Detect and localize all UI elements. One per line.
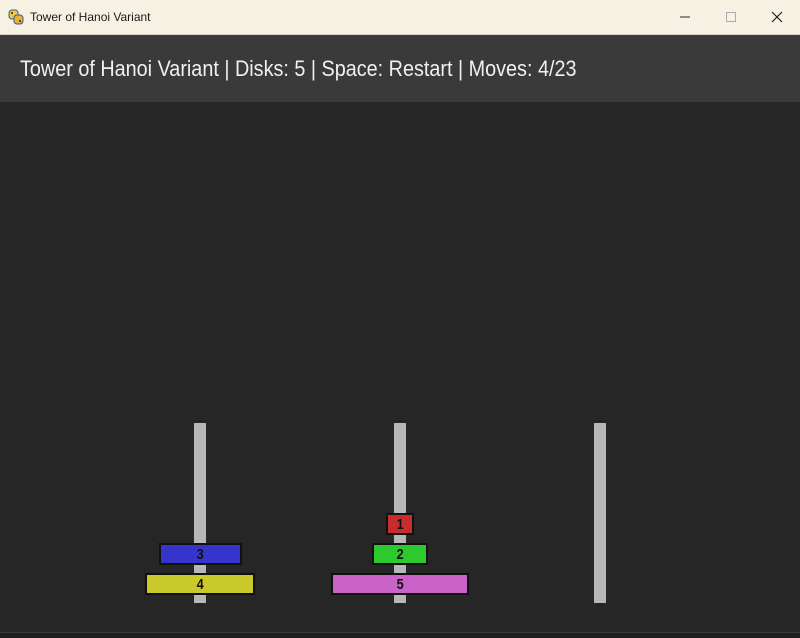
- status-header: Tower of Hanoi Variant | Disks: 5 | Spac…: [0, 35, 800, 102]
- python-snake-icon: [8, 9, 24, 25]
- game-area[interactable]: 4 3 5 2 1: [0, 102, 800, 632]
- disk-label: 5: [396, 575, 404, 593]
- maximize-button[interactable]: [708, 0, 754, 34]
- minimize-button[interactable]: [662, 0, 708, 34]
- status-text: Tower of Hanoi Variant | Disks: 5 | Spac…: [20, 56, 577, 81]
- close-icon: [771, 11, 783, 23]
- disk-4[interactable]: 4: [144, 573, 256, 595]
- disk-5[interactable]: 5: [331, 573, 469, 595]
- close-button[interactable]: [754, 0, 800, 34]
- window-title: Tower of Hanoi Variant: [30, 10, 151, 24]
- disk-3[interactable]: 3: [158, 543, 242, 565]
- disk-2[interactable]: 2: [372, 543, 428, 565]
- disk-1[interactable]: 1: [386, 513, 414, 535]
- minimize-icon: [680, 16, 690, 18]
- maximize-icon: [726, 12, 736, 22]
- disk-label: 4: [196, 575, 204, 593]
- disk-label: 3: [196, 545, 204, 563]
- window-titlebar[interactable]: Tower of Hanoi Variant: [0, 0, 800, 35]
- peg-3[interactable]: [594, 423, 606, 603]
- disk-label: 1: [396, 515, 404, 533]
- window-bottom-border: [0, 632, 800, 638]
- disk-label: 2: [396, 545, 404, 563]
